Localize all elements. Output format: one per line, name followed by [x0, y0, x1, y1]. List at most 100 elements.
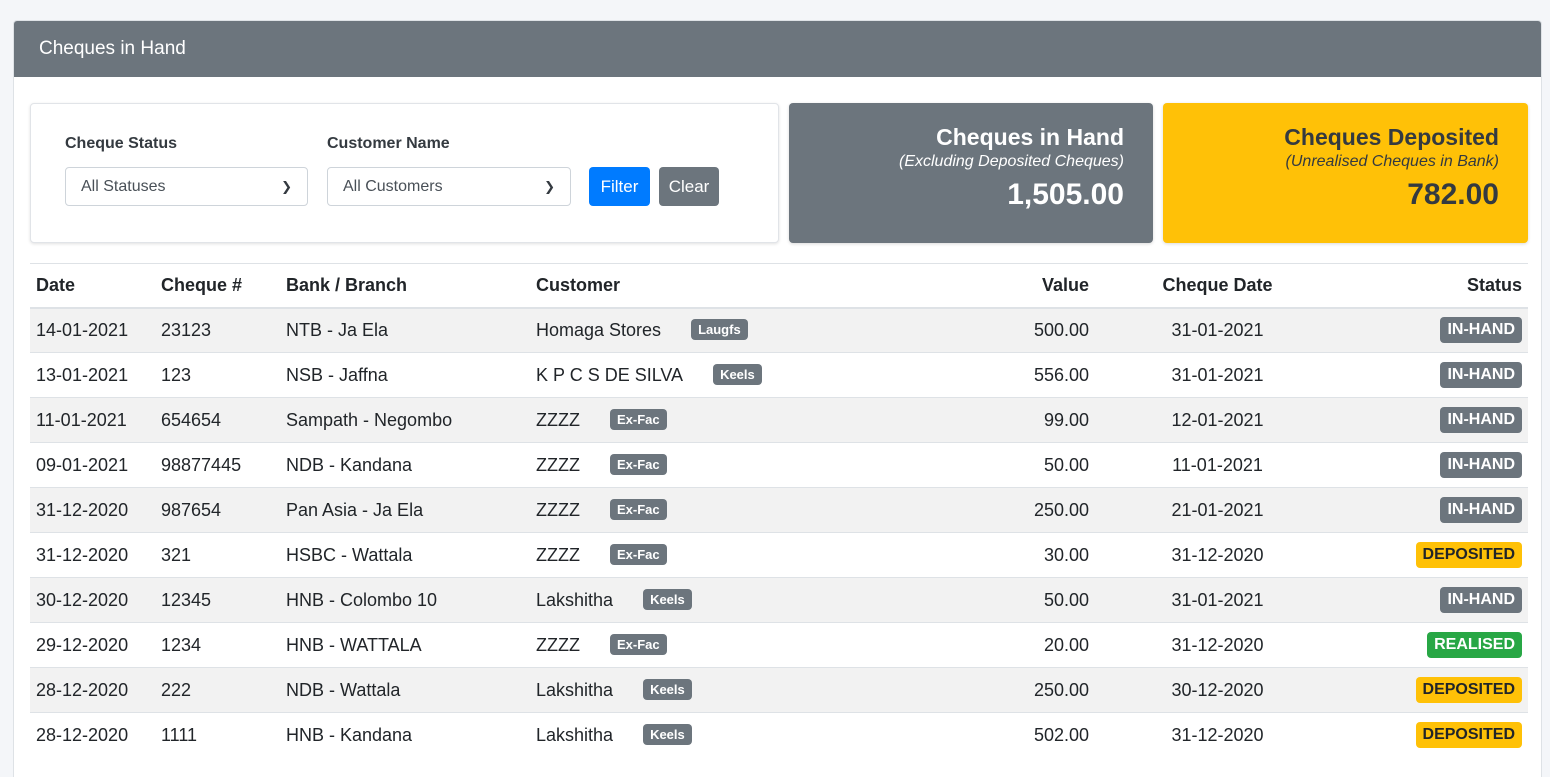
column-header[interactable]: Date: [30, 263, 155, 309]
customer-name: Lakshitha: [536, 680, 614, 700]
clear-button[interactable]: Clear: [659, 167, 719, 206]
customer-tag-badge: Ex-Fac: [609, 544, 667, 565]
column-header[interactable]: Value: [860, 263, 1095, 309]
cell-cheque-number: 12345: [155, 577, 280, 623]
cell-cheque-date: 21-01-2021: [1095, 487, 1340, 533]
customer-name: Lakshitha: [536, 590, 614, 610]
table-row[interactable]: 30-12-2020 12345 HNB - Colombo 10 Lakshitha…: [30, 577, 1528, 623]
column-header[interactable]: Bank / Branch: [280, 263, 530, 309]
cell-date: 13-01-2021: [30, 352, 155, 398]
cell-customer: Lakshitha Keels: [530, 712, 860, 758]
customer-tag-badge: Ex-Fac: [609, 454, 667, 475]
cheque-status-label: Cheque Status: [65, 135, 178, 152]
cell-date: 31-12-2020: [30, 532, 155, 578]
cell-value: 556.00: [860, 352, 1095, 398]
cell-cheque-number: 1111: [155, 712, 280, 758]
cell-customer: Lakshitha Keels: [530, 577, 860, 623]
cell-cheque-date: 31-12-2020: [1095, 532, 1340, 578]
deposited-value: 782.00: [1407, 178, 1499, 211]
cell-cheque-number: 123: [155, 352, 280, 398]
cheque-status-value: All Statuses: [81, 177, 166, 195]
customer-tag-badge: Keels: [643, 724, 692, 746]
column-header[interactable]: Cheque Date: [1095, 263, 1340, 309]
customer-name-select[interactable]: All Customers ❯: [327, 167, 571, 206]
table-row[interactable]: 31-12-2020 321 HSBC - Wattala ZZZZ Ex-Fac 30.…: [30, 532, 1528, 578]
cheques-deposited-box: Cheques Deposited (Unrealised Cheques in…: [1163, 103, 1528, 243]
customer-name: ZZZZ: [536, 410, 580, 430]
cell-status: IN-HAND: [1340, 442, 1528, 488]
status-badge: REALISED: [1427, 632, 1522, 658]
customer-tag-badge: Laugfs: [691, 319, 748, 341]
table-row[interactable]: 28-12-2020 1111 HNB - Kandana Lakshitha Keel…: [30, 712, 1528, 758]
cell-cheque-date: 12-01-2021: [1095, 397, 1340, 443]
cell-status: IN-HAND: [1340, 352, 1528, 398]
customer-name: ZZZZ: [536, 500, 580, 520]
cell-value: 99.00: [860, 397, 1095, 443]
cell-value: 250.00: [860, 667, 1095, 713]
cell-value: 50.00: [860, 577, 1095, 623]
cell-customer: Homaga Stores Laugfs: [530, 307, 860, 353]
table-row[interactable]: 09-01-2021 98877445 NDB - Kandana ZZZZ Ex-Fa…: [30, 442, 1528, 488]
cell-date: 28-12-2020: [30, 712, 155, 758]
customer-name: ZZZZ: [536, 635, 580, 655]
cell-bank-branch: NDB - Kandana: [280, 442, 530, 488]
cell-customer: ZZZZ Ex-Fac: [530, 487, 860, 533]
table-row[interactable]: 11-01-2021 654654 Sampath - Negombo ZZZZ Ex-…: [30, 397, 1528, 443]
cell-customer: K P C S DE SILVA Keels: [530, 352, 860, 398]
table-row[interactable]: 28-12-2020 222 NDB - Wattala Lakshitha Keels…: [30, 667, 1528, 713]
chevron-down-icon: ❯: [281, 178, 292, 194]
status-badge: IN-HAND: [1440, 587, 1522, 613]
table-row[interactable]: 13-01-2021 123 NSB - Jaffna K P C S DE SILV…: [30, 352, 1528, 398]
status-badge: IN-HAND: [1440, 452, 1522, 478]
cell-cheque-number: 987654: [155, 487, 280, 533]
cell-status: IN-HAND: [1340, 307, 1528, 353]
cell-customer: ZZZZ Ex-Fac: [530, 442, 860, 488]
cell-bank-branch: NTB - Ja Ela: [280, 307, 530, 353]
status-badge: IN-HAND: [1440, 317, 1522, 344]
cell-value: 250.00: [860, 487, 1095, 533]
customer-name: ZZZZ: [536, 545, 580, 565]
customer-tag-badge: Keels: [643, 679, 692, 700]
customer-tag-badge: Keels: [643, 589, 692, 610]
cell-bank-branch: HSBC - Wattala: [280, 532, 530, 578]
in-hand-value: 1,505.00: [1007, 178, 1124, 211]
customer-name: Homaga Stores: [536, 320, 662, 341]
customer-tag-badge: Keels: [713, 364, 762, 385]
table-row[interactable]: 14-01-2021 23123 NTB - Ja Ela Homaga Stores…: [30, 307, 1528, 353]
table-row[interactable]: 31-12-2020 987654 Pan Asia - Ja Ela ZZZZ Ex-…: [30, 487, 1528, 533]
chevron-down-icon: ❯: [544, 178, 555, 194]
cell-cheque-date: 11-01-2021: [1095, 442, 1340, 488]
cheques-table: Date Cheque # Bank / Branch Customer Val…: [30, 263, 1528, 758]
column-header[interactable]: Cheque #: [155, 263, 280, 309]
cell-value: 500.00: [860, 307, 1095, 353]
cell-cheque-date: 31-12-2020: [1095, 622, 1340, 668]
cell-status: IN-HAND: [1340, 397, 1528, 443]
cell-status: DEPOSITED: [1340, 667, 1528, 713]
cell-customer: ZZZZ Ex-Fac: [530, 532, 860, 578]
cell-bank-branch: HNB - Kandana: [280, 712, 530, 758]
cell-status: REALISED: [1340, 622, 1528, 668]
cheques-card: Cheques in Hand Cheque Status All Status…: [13, 20, 1542, 777]
cell-status: IN-HAND: [1340, 577, 1528, 623]
cell-bank-branch: Sampath - Negombo: [280, 397, 530, 443]
cell-cheque-number: 1234: [155, 622, 280, 668]
deposited-title: Cheques Deposited: [1284, 124, 1499, 150]
cell-cheque-number: 23123: [155, 307, 280, 353]
filter-button[interactable]: Filter: [589, 167, 650, 206]
status-badge: DEPOSITED: [1415, 722, 1522, 749]
cell-status: DEPOSITED: [1340, 532, 1528, 578]
column-header[interactable]: Customer: [530, 263, 860, 309]
cell-bank-branch: NDB - Wattala: [280, 667, 530, 713]
cheque-status-select[interactable]: All Statuses ❯: [65, 167, 308, 206]
customer-name: Lakshitha: [536, 725, 614, 746]
page-title: Cheques in Hand: [39, 38, 186, 59]
cell-date: 31-12-2020: [30, 487, 155, 533]
cell-cheque-number: 98877445: [155, 442, 280, 488]
cell-date: 29-12-2020: [30, 622, 155, 668]
customer-tag-badge: Ex-Fac: [609, 634, 667, 655]
cell-value: 50.00: [860, 442, 1095, 488]
cell-cheque-date: 31-01-2021: [1095, 577, 1340, 623]
table-row[interactable]: 29-12-2020 1234 HNB - WATTALA ZZZZ Ex-Fac 20.…: [30, 622, 1528, 668]
column-header[interactable]: Status: [1340, 263, 1528, 309]
cell-date: 14-01-2021: [30, 307, 155, 353]
